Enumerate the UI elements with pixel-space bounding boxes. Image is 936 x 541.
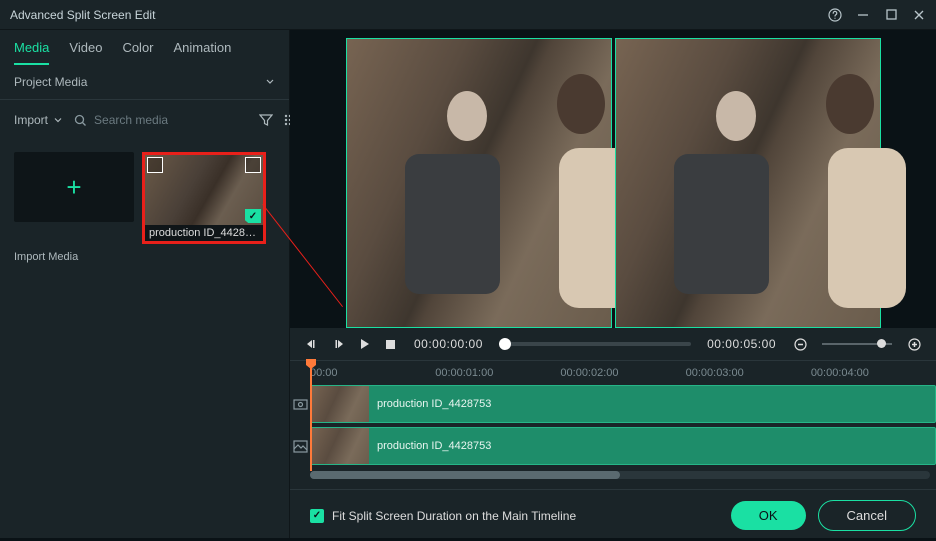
preview-pane-right[interactable] [615, 38, 881, 328]
scrubber[interactable] [499, 342, 691, 346]
tab-media[interactable]: Media [14, 40, 49, 65]
track-row: production ID_4428753 [290, 385, 936, 423]
subheader[interactable]: Project Media [0, 65, 289, 100]
timeline-ruler[interactable]: 00:00 00:00:01:00 00:00:02:00 00:00:03:0… [290, 360, 936, 385]
preview-pane-left[interactable] [346, 38, 612, 328]
search-input[interactable] [94, 113, 249, 127]
timeline-scrollbar[interactable] [310, 471, 930, 479]
ruler-tick: 00:00:03:00 [686, 367, 811, 379]
clip-strip-thumb [311, 386, 369, 422]
checkbox-icon: ✓ [310, 509, 324, 523]
scrollbar-thumb[interactable] [310, 471, 620, 479]
video-track-icon[interactable] [290, 397, 310, 412]
footer: ✓ Fit Split Screen Duration on the Main … [290, 489, 936, 541]
help-icon[interactable] [828, 8, 842, 22]
play-button[interactable] [356, 336, 372, 352]
search-icon [72, 112, 88, 128]
next-frame-button[interactable] [330, 336, 346, 352]
ok-button[interactable]: OK [731, 501, 806, 530]
timecode-duration: 00:00:05:00 [707, 337, 776, 351]
stop-button[interactable] [382, 336, 398, 352]
prev-frame-button[interactable] [304, 336, 320, 352]
zoom-in-button[interactable] [906, 336, 922, 352]
clip-strip-label: production ID_4428753 [377, 398, 491, 410]
clip-thumbnail: ✓ [145, 155, 263, 225]
import-button[interactable]: Import [14, 113, 62, 127]
window-title: Advanced Split Screen Edit [10, 8, 828, 22]
zoom-slider[interactable] [822, 343, 892, 345]
clip-name: production ID_4428753 [145, 225, 263, 241]
preview-area [290, 30, 936, 328]
close-icon[interactable] [912, 8, 926, 22]
import-label: Import [14, 113, 48, 127]
media-panel: Media Video Color Animation Project Medi… [0, 30, 290, 538]
tab-video[interactable]: Video [69, 40, 102, 65]
fit-duration-checkbox[interactable]: ✓ Fit Split Screen Duration on the Main … [310, 509, 719, 523]
filter-icon[interactable] [259, 112, 273, 128]
tab-color[interactable]: Color [122, 40, 153, 65]
tab-animation[interactable]: Animation [174, 40, 232, 65]
ruler-tick: 00:00:01:00 [435, 367, 560, 379]
timecode-current: 00:00:00:00 [414, 337, 483, 351]
clip-strip-label: production ID_4428753 [377, 440, 491, 452]
transport-bar: 00:00:00:00 00:00:05:00 [290, 328, 936, 360]
image-track-icon[interactable] [290, 439, 310, 454]
playhead[interactable] [310, 361, 312, 471]
track-row: production ID_4428753 [290, 427, 936, 465]
subheader-label: Project Media [14, 75, 87, 89]
minimize-icon[interactable] [856, 8, 870, 22]
ruler-tick: 00:00:04:00 [811, 367, 936, 379]
maximize-icon[interactable] [884, 8, 898, 22]
split-preview[interactable] [346, 38, 881, 328]
plus-icon: + [66, 172, 81, 203]
titlebar: Advanced Split Screen Edit [0, 0, 936, 30]
ruler-tick: 00:00 [310, 367, 435, 379]
checkbox-label: Fit Split Screen Duration on the Main Ti… [332, 509, 576, 523]
import-media-tile[interactable]: + [14, 152, 134, 222]
ruler-tick: 00:00:02:00 [560, 367, 685, 379]
cancel-button[interactable]: Cancel [818, 500, 916, 531]
timeline-clip[interactable]: production ID_4428753 [310, 385, 936, 423]
zoom-out-button[interactable] [792, 336, 808, 352]
panel-tabs: Media Video Color Animation [0, 30, 289, 65]
chevron-down-icon [265, 75, 275, 89]
check-icon: ✓ [245, 209, 261, 223]
timeline: 00:00 00:00:01:00 00:00:02:00 00:00:03:0… [290, 360, 936, 489]
timeline-clip[interactable]: production ID_4428753 [310, 427, 936, 465]
clip-strip-thumb [311, 428, 369, 464]
import-tile-label: Import Media [0, 251, 289, 263]
media-clip[interactable]: ✓ production ID_4428753 [142, 152, 266, 244]
